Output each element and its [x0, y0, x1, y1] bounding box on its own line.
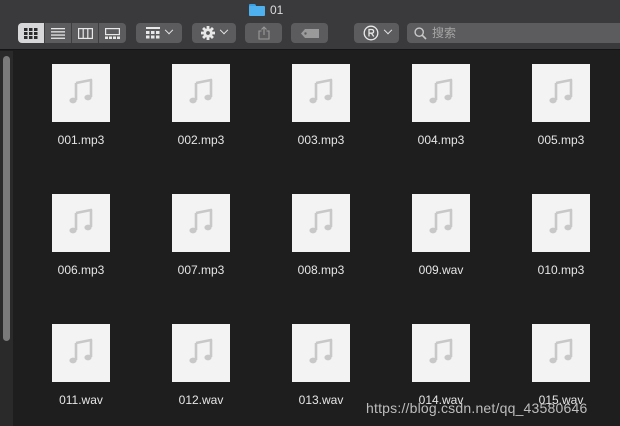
file-name-label[interactable]: 013.wav	[271, 393, 371, 407]
audio-file-thumbnail[interactable]	[532, 194, 590, 252]
list-view-icon	[51, 27, 65, 39]
gallery-view-button[interactable]	[99, 23, 126, 43]
music-note-icon	[306, 76, 336, 111]
file-name-label[interactable]: 005.mp3	[511, 133, 611, 147]
vertical-scrollbar[interactable]	[0, 51, 13, 426]
audio-file-thumbnail[interactable]	[292, 324, 350, 382]
file-name-label[interactable]: 008.mp3	[271, 263, 371, 277]
search-field[interactable]	[407, 23, 620, 43]
audio-file-thumbnail[interactable]	[412, 324, 470, 382]
registered-icon	[363, 25, 378, 41]
window-title: 01	[249, 2, 283, 18]
file-name-label[interactable]: 002.mp3	[151, 133, 251, 147]
file-name-label[interactable]: 003.mp3	[271, 133, 371, 147]
audio-file-thumbnail[interactable]	[172, 64, 230, 122]
music-note-icon	[66, 206, 96, 241]
tag-button[interactable]	[291, 23, 328, 43]
toolbar	[0, 20, 620, 50]
music-note-icon	[546, 76, 576, 111]
audio-file-thumbnail[interactable]	[52, 324, 110, 382]
audio-file-thumbnail[interactable]	[172, 324, 230, 382]
file-name-label[interactable]: 011.wav	[31, 393, 131, 407]
music-note-icon	[426, 76, 456, 111]
audio-file-thumbnail[interactable]	[532, 324, 590, 382]
icon-view-icon	[24, 27, 38, 39]
music-note-icon	[546, 336, 576, 371]
music-note-icon	[66, 76, 96, 111]
audio-file-thumbnail[interactable]	[412, 64, 470, 122]
music-note-icon	[186, 76, 216, 111]
scrollbar-thumb[interactable]	[3, 56, 10, 341]
music-note-icon	[66, 336, 96, 371]
file-name-label[interactable]: 004.mp3	[391, 133, 491, 147]
gallery-view-icon	[105, 27, 120, 39]
file-name-label[interactable]: 001.mp3	[31, 133, 131, 147]
audio-file-thumbnail[interactable]	[292, 194, 350, 252]
title-bar: 01	[0, 0, 620, 20]
chevron-down-icon	[164, 25, 174, 35]
file-name-label[interactable]: 007.mp3	[151, 263, 251, 277]
view-mode-control	[18, 23, 126, 43]
file-name-label[interactable]: 012.wav	[151, 393, 251, 407]
search-icon	[414, 26, 427, 40]
column-view-icon	[77, 27, 93, 39]
share-button[interactable]	[245, 23, 282, 43]
action-menu-button[interactable]	[192, 23, 236, 43]
share-icon	[257, 26, 270, 40]
audio-file-thumbnail[interactable]	[172, 194, 230, 252]
registered-extension-button[interactable]	[354, 23, 399, 43]
music-note-icon	[306, 336, 336, 371]
group-grid-icon	[146, 27, 160, 39]
file-name-label[interactable]: 006.mp3	[31, 263, 131, 277]
window-title-text: 01	[270, 3, 284, 17]
music-note-icon	[426, 206, 456, 241]
watermark-text: https://blog.csdn.net/qq_43580646	[366, 400, 588, 416]
icon-view-button[interactable]	[18, 23, 45, 43]
audio-file-thumbnail[interactable]	[532, 64, 590, 122]
music-note-icon	[306, 206, 336, 241]
group-by-button[interactable]	[136, 23, 182, 43]
file-icon-grid: 001.mp3 002.mp3 003.mp3 004.mp3 005.mp3 006.m…	[0, 51, 620, 426]
tag-icon	[300, 28, 319, 38]
audio-file-thumbnail[interactable]	[52, 194, 110, 252]
column-view-button[interactable]	[72, 23, 99, 43]
chevron-down-icon	[383, 25, 392, 35]
audio-file-thumbnail[interactable]	[412, 194, 470, 252]
folder-icon	[249, 4, 265, 16]
audio-file-thumbnail[interactable]	[52, 64, 110, 122]
music-note-icon	[186, 336, 216, 371]
music-note-icon	[426, 336, 456, 371]
music-note-icon	[186, 206, 216, 241]
gear-icon	[201, 26, 215, 40]
chevron-down-icon	[219, 25, 229, 35]
file-name-label[interactable]: 009.wav	[391, 263, 491, 277]
audio-file-thumbnail[interactable]	[292, 64, 350, 122]
music-note-icon	[546, 206, 576, 241]
file-name-label[interactable]: 010.mp3	[511, 263, 611, 277]
list-view-button[interactable]	[45, 23, 72, 43]
search-input[interactable]	[432, 24, 612, 42]
